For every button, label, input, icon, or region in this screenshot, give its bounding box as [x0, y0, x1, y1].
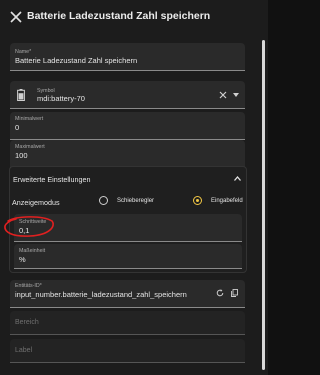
battery-icon	[17, 89, 25, 101]
dropdown-arrow-icon[interactable]	[233, 93, 239, 97]
entity-id-label: Entitäts-ID*	[15, 283, 42, 289]
name-value: Batterie Ladezustand Zahl speichern	[15, 56, 138, 65]
clear-icon[interactable]	[219, 91, 227, 99]
max-value: 100	[15, 151, 28, 160]
dialog-header: Batterie Ladezustand Zahl speichern	[0, 0, 268, 36]
restore-icon[interactable]	[216, 289, 224, 297]
entity-id-field[interactable]: Entitäts-ID* input_number.batterie_ladez…	[10, 280, 245, 308]
name-label: Name*	[15, 49, 32, 55]
symbol-field[interactable]: Symbol mdi:battery-70	[10, 81, 245, 109]
red-circle-annotation	[4, 216, 54, 237]
advanced-settings-header[interactable]: Erweiterte Einstellungen	[10, 167, 246, 191]
area-placeholder: Bereich	[15, 319, 39, 326]
display-mode-label: Anzeigemodus	[12, 198, 60, 207]
unit-value: %	[19, 255, 26, 264]
radio-input-field-label: Eingabefeld	[211, 198, 243, 204]
radio-slider-label: Schieberegler	[117, 198, 155, 204]
close-icon[interactable]	[8, 9, 24, 25]
symbol-value: mdi:battery-70	[37, 94, 85, 103]
area-field[interactable]: Bereich	[10, 311, 245, 335]
radio-input-field[interactable]	[193, 196, 202, 205]
unit-field[interactable]: Maßeinheit %	[14, 244, 242, 269]
label-field[interactable]: Label	[10, 339, 245, 363]
max-label: Maximalwert	[15, 144, 45, 150]
min-label: Minimalwert	[15, 116, 44, 122]
copy-icon[interactable]	[231, 289, 238, 297]
min-value-field[interactable]: Minimalwert 0	[10, 112, 245, 140]
max-value-field[interactable]: Maximalwert 100	[10, 140, 245, 168]
min-value: 0	[15, 123, 20, 132]
scrollbar[interactable]	[262, 40, 265, 370]
advanced-settings-title: Erweiterte Einstellungen	[13, 175, 91, 184]
chevron-up-icon[interactable]	[234, 176, 241, 181]
label-placeholder: Label	[15, 347, 33, 354]
name-field[interactable]: Name* Batterie Ladezustand Zahl speicher…	[10, 43, 245, 71]
dialog-title: Batterie Ladezustand Zahl speichern	[27, 10, 211, 22]
radio-slider[interactable]	[99, 196, 108, 205]
dialog: Batterie Ladezustand Zahl speichern Name…	[0, 0, 268, 375]
unit-label: Maßeinheit	[19, 248, 46, 254]
entity-id-value: input_number.batterie_ladezustand_zahl_s…	[15, 290, 187, 299]
